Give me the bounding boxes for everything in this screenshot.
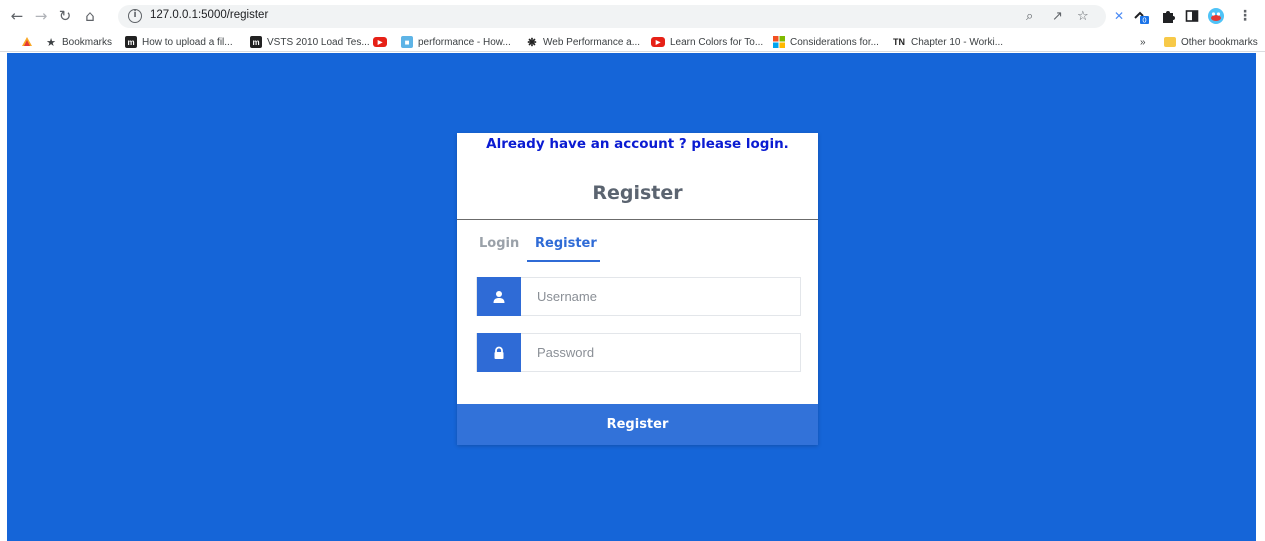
username-input[interactable]	[521, 278, 800, 315]
bookmark-item-learn-colors[interactable]: ▶ Learn Colors for To...	[651, 34, 763, 50]
m-logo-icon: m	[250, 36, 262, 48]
youtube-icon: ▶	[373, 37, 387, 47]
share-icon[interactable]: ↗	[1052, 9, 1063, 24]
bookmarks-bar: ★ Bookmarks m How to upload a fil... m V…	[0, 32, 1265, 52]
password-input[interactable]	[521, 334, 800, 371]
forward-arrow-icon[interactable]: →	[32, 7, 50, 25]
site-icon: ❋	[527, 36, 537, 49]
bookmark-item-considerations[interactable]: Considerations for...	[773, 34, 879, 50]
youtube-icon: ▶	[651, 37, 665, 47]
active-tab-indicator	[527, 260, 600, 262]
folder-icon	[1164, 37, 1176, 47]
bookmark-label: Other bookmarks	[1181, 36, 1258, 48]
url-text: 127.0.0.1:5000/register	[150, 9, 269, 21]
address-bar[interactable]: i 127.0.0.1:5000/register ⌕ ↗ ☆	[118, 5, 1106, 28]
user-icon	[477, 277, 521, 316]
divider	[457, 219, 818, 220]
lock-icon	[477, 333, 521, 372]
tab-register[interactable]: Register	[535, 236, 597, 251]
svg-text:0: 0	[1142, 17, 1146, 25]
side-panel-icon[interactable]	[1183, 7, 1201, 25]
menu-kebab-icon[interactable]: ⋮	[1236, 7, 1254, 25]
star-icon: ★	[46, 35, 56, 49]
extension-x-icon[interactable]: ✕	[1110, 7, 1128, 25]
card-title: Register	[592, 182, 683, 204]
bookmark-label: Bookmarks	[62, 36, 113, 48]
bookmark-star-icon[interactable]: ☆	[1077, 9, 1089, 24]
back-arrow-icon[interactable]: ←	[8, 7, 26, 25]
profile-avatar-icon[interactable]	[1207, 7, 1225, 25]
bookmark-item-upload[interactable]: m How to upload a fil...	[125, 34, 233, 50]
m-logo-icon: m	[125, 36, 137, 48]
site-info-icon[interactable]: i	[128, 9, 142, 23]
reload-icon[interactable]: ↻	[56, 7, 74, 25]
extension-badge-icon[interactable]: 0	[1133, 7, 1151, 25]
bookmark-item-web-performance[interactable]: ❋ Web Performance a...	[526, 34, 640, 50]
bookmark-label: Chapter 10 - Worki...	[911, 36, 1004, 48]
username-field	[476, 277, 801, 316]
bookmark-item-performance[interactable]: ■ performance - How...	[401, 34, 511, 50]
auth-tabs: Login Register	[457, 233, 818, 263]
home-icon[interactable]: ⌂	[81, 7, 99, 25]
browser-toolbar: ← → ↻ ⌂ i 127.0.0.1:5000/register ⌕ ↗ ☆ …	[0, 0, 1265, 32]
bookmark-label: Learn Colors for To...	[670, 36, 764, 48]
bookmarks-overflow-button[interactable]: »	[1140, 34, 1146, 50]
bookmark-label: Considerations for...	[790, 36, 879, 48]
register-card: Already have an account ? please login. …	[457, 133, 818, 445]
tab-login[interactable]: Login	[479, 236, 519, 251]
extensions-puzzle-icon[interactable]	[1159, 7, 1177, 25]
microsoft-icon	[773, 36, 785, 48]
bookmark-item-vsts[interactable]: m VSTS 2010 Load Tes...	[250, 34, 370, 50]
bookmark-label: How to upload a fil...	[142, 36, 233, 48]
bookmark-label: VSTS 2010 Load Tes...	[267, 36, 370, 48]
bookmark-item-chapter-10[interactable]: TN Chapter 10 - Worki...	[893, 34, 1003, 50]
apps-icon[interactable]	[21, 34, 33, 50]
register-button[interactable]: Register	[457, 404, 818, 445]
bookmark-item-bookmarks[interactable]: ★ Bookmarks	[45, 34, 112, 50]
bookmark-item-other[interactable]: Other bookmarks	[1164, 34, 1258, 50]
tn-icon: TN	[893, 37, 905, 47]
zoom-icon[interactable]: ⌕	[1026, 9, 1033, 24]
password-field	[476, 333, 801, 372]
bookmark-item-youtube[interactable]: ▶	[373, 34, 392, 50]
page-background: Already have an account ? please login. …	[7, 53, 1256, 541]
bookmark-label: Web Performance a...	[543, 36, 641, 48]
stackexchange-icon: ■	[401, 36, 413, 48]
login-link[interactable]: Already have an account ? please login.	[457, 136, 818, 152]
bookmark-label: performance - How...	[418, 36, 511, 48]
